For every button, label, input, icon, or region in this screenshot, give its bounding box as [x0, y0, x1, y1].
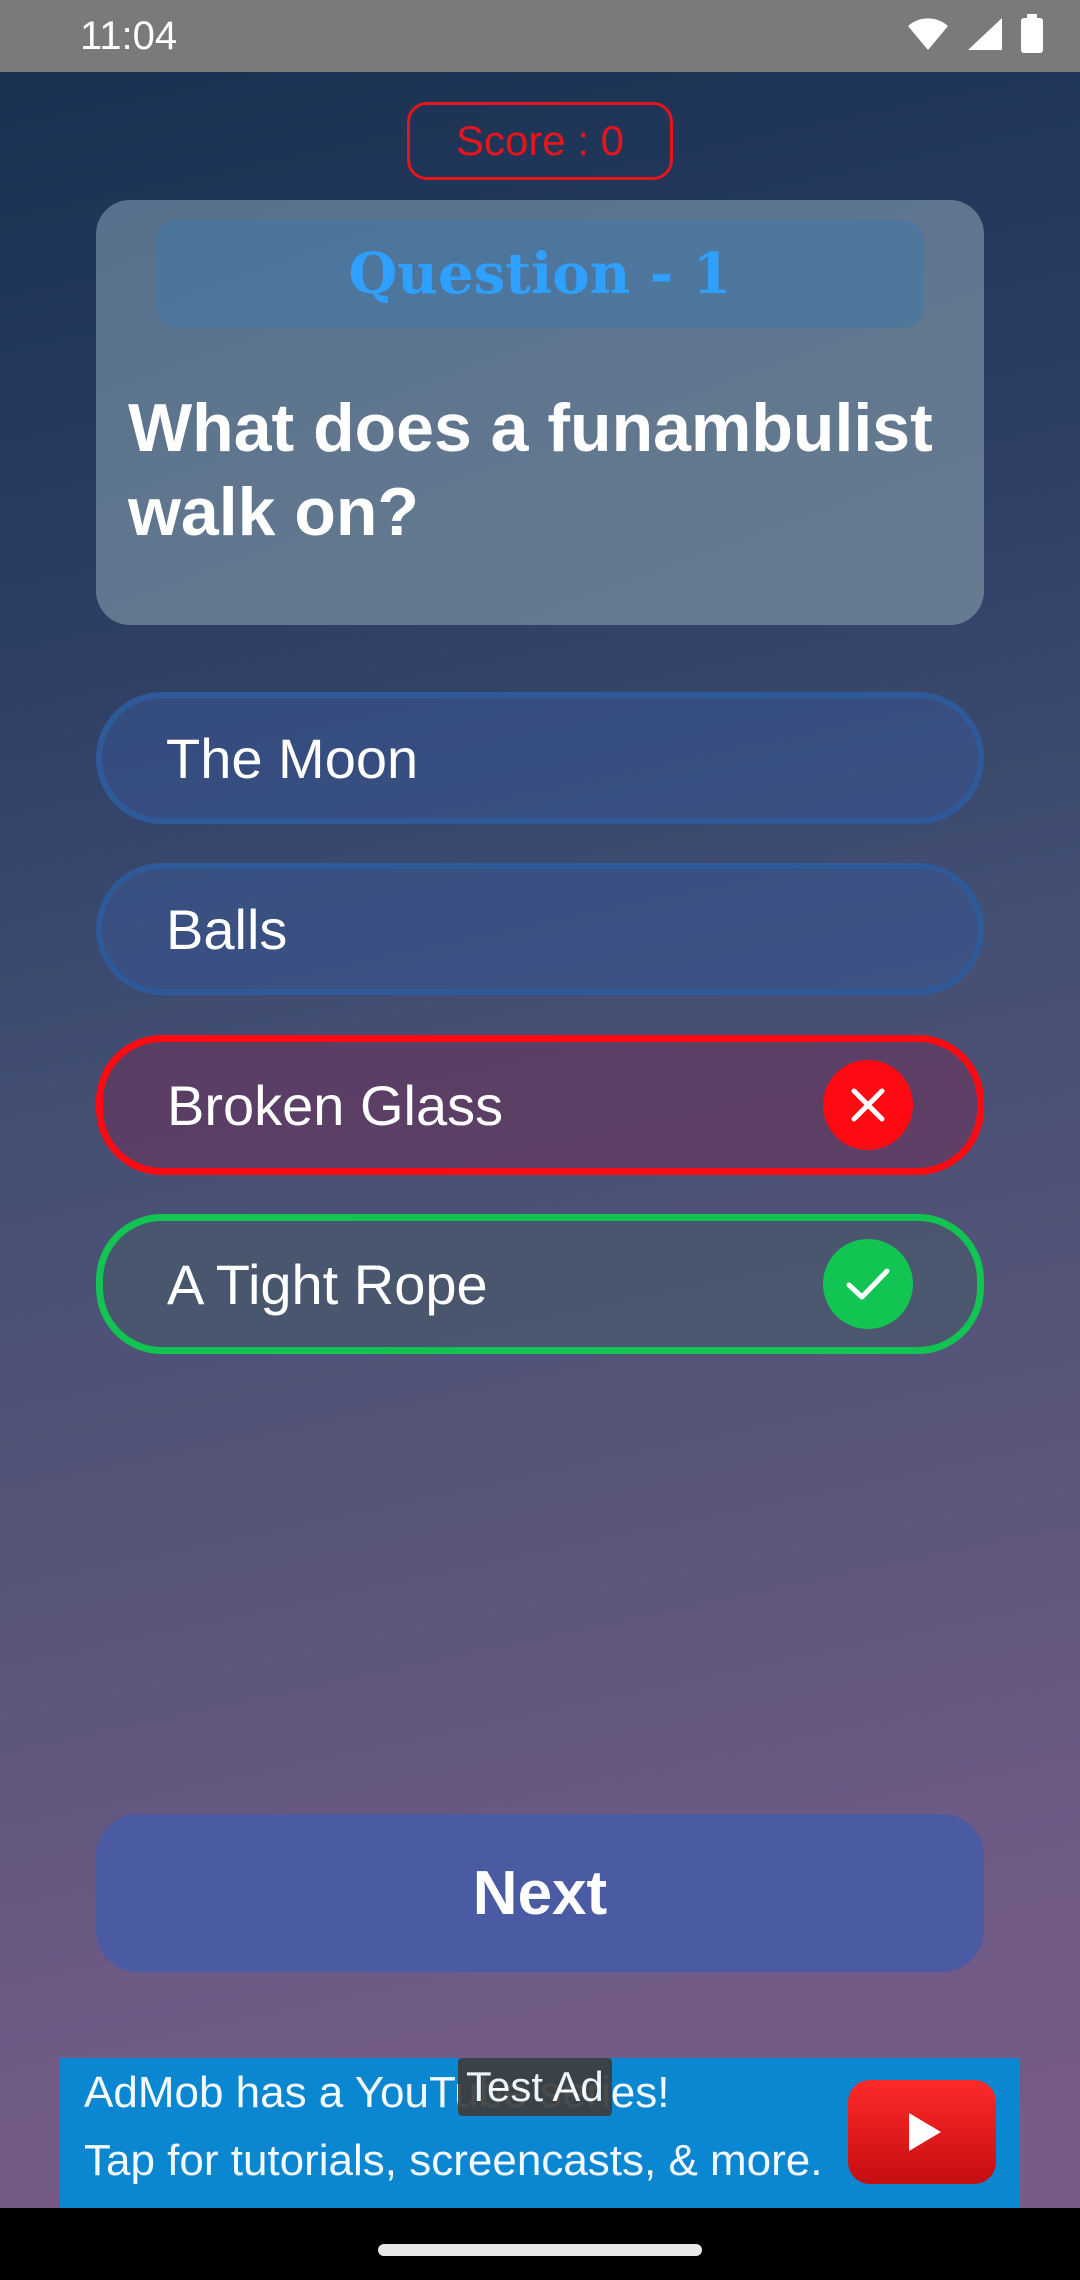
- wifi-icon: [906, 16, 950, 57]
- option-label: The Moon: [166, 726, 419, 790]
- option-button-1[interactable]: The Moon: [96, 692, 984, 824]
- youtube-play-icon[interactable]: [848, 2080, 996, 2184]
- question-card: Question - 1 What does a funambulist wal…: [96, 200, 984, 625]
- question-number: Question - 1: [156, 220, 924, 328]
- battery-icon: [1020, 13, 1044, 59]
- status-time: 11:04: [80, 13, 178, 58]
- option-label: Balls: [166, 897, 288, 961]
- test-ad-badge: Test Ad: [458, 2058, 612, 2116]
- close-icon: [823, 1060, 913, 1150]
- signal-icon: [966, 16, 1004, 57]
- option-button-2[interactable]: Balls: [96, 863, 984, 995]
- home-gesture-handle[interactable]: [378, 2244, 702, 2256]
- option-label: Broken Glass: [167, 1073, 504, 1137]
- option-label: A Tight Rope: [167, 1252, 488, 1316]
- ad-line-2: Tap for tutorials, screencasts, & more.: [84, 2136, 823, 2185]
- option-button-4-correct[interactable]: A Tight Rope: [96, 1214, 984, 1354]
- question-text: What does a funambulist walk on?: [128, 390, 933, 550]
- status-icons: [906, 13, 1044, 59]
- check-icon: [823, 1239, 913, 1329]
- next-button[interactable]: Next: [96, 1814, 984, 1972]
- status-bar: 11:04: [0, 0, 1080, 72]
- option-button-3-wrong[interactable]: Broken Glass: [96, 1035, 984, 1175]
- score-badge: Score : 0: [407, 102, 673, 180]
